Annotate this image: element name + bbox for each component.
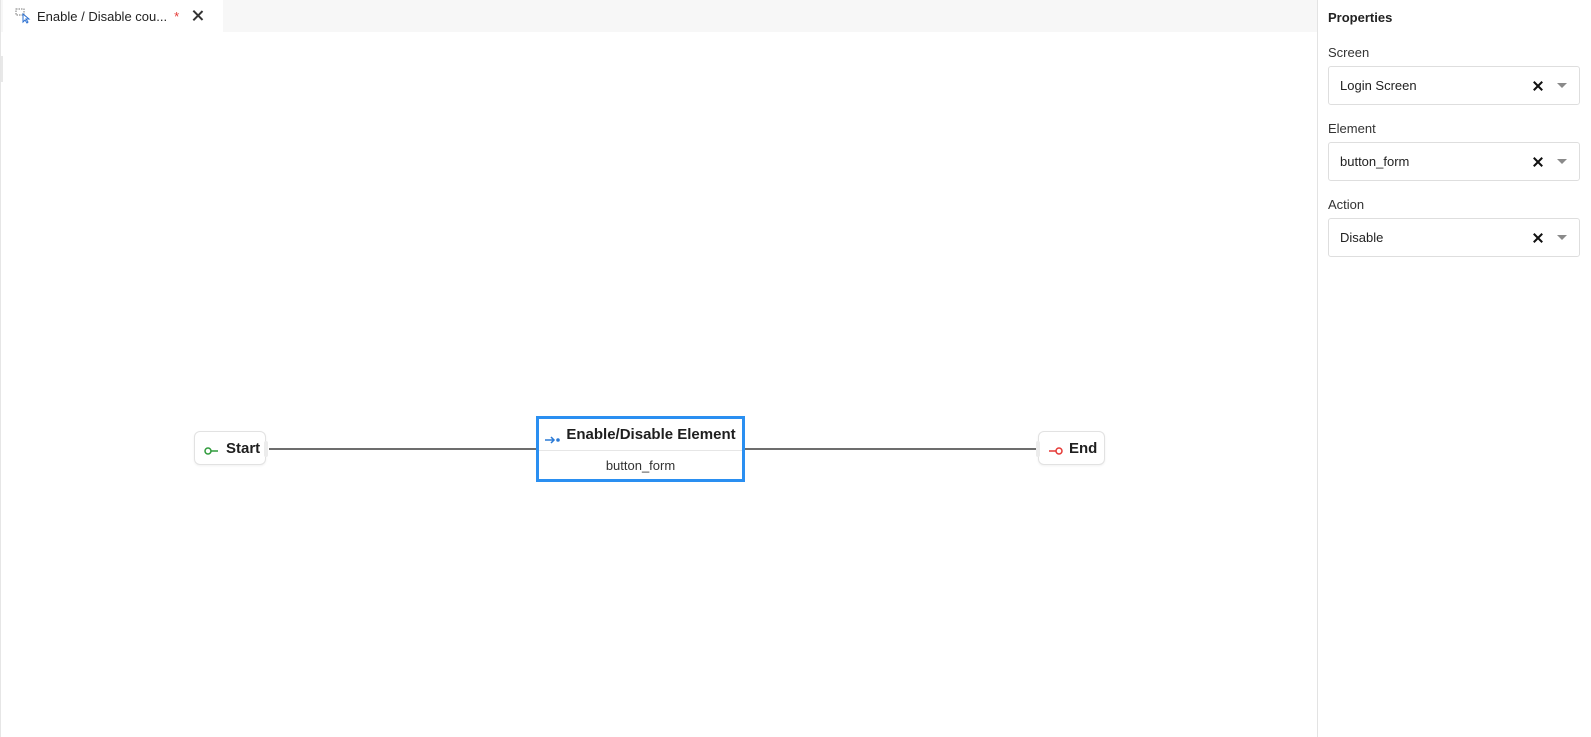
close-tab-icon[interactable] [191, 9, 205, 23]
screen-value: Login Screen [1340, 78, 1417, 93]
action-label: Action [1328, 197, 1365, 212]
flow-canvas[interactable]: Start Enable/Disable Element button_form [1, 32, 1318, 737]
action-select[interactable]: Disable [1328, 218, 1580, 257]
tab-enable-disable[interactable]: Enable / Disable cou... * [3, 0, 223, 32]
action-value: Disable [1340, 230, 1384, 245]
app-window: Enable / Disable cou... * Start Enable/D… [0, 0, 1591, 737]
screen-select[interactable]: Login Screen [1328, 66, 1580, 105]
node-header: Enable/Disable Element [539, 419, 742, 451]
start-node-label: Start [226, 439, 261, 457]
enable-disable-icon [545, 431, 561, 444]
connector-action-to-end [745, 448, 1039, 450]
tab-title: Enable / Disable cou... [37, 8, 168, 24]
element-value: button_form [1340, 154, 1410, 169]
connector-start-to-action [269, 448, 537, 450]
start-output-port[interactable] [264, 441, 268, 457]
clear-screen-icon[interactable] [1531, 79, 1545, 93]
end-input-port[interactable] [1036, 441, 1040, 457]
properties-title: Properties [1328, 10, 1393, 25]
enable-disable-node[interactable]: Enable/Disable Element button_form [536, 416, 745, 482]
chevron-down-icon[interactable] [1557, 235, 1567, 240]
chevron-down-icon[interactable] [1557, 159, 1567, 164]
flow-editor: Enable / Disable cou... * Start Enable/D… [0, 0, 1318, 737]
chevron-down-icon[interactable] [1557, 83, 1567, 88]
node-title: Enable/Disable Element [566, 426, 736, 443]
element-label: Element [1328, 121, 1376, 136]
tab-bar: Enable / Disable cou... * [1, 0, 1318, 32]
element-select[interactable]: button_form [1328, 142, 1580, 181]
flow-file-icon [15, 8, 31, 24]
screen-label: Screen [1328, 45, 1370, 60]
end-node-icon [1049, 443, 1063, 455]
properties-panel: Properties Screen Login Screen Element b… [1317, 0, 1591, 737]
clear-action-icon[interactable] [1531, 231, 1545, 245]
end-node-label: End [1069, 439, 1098, 457]
unsaved-marker: * [174, 8, 180, 24]
start-node-icon [204, 443, 218, 455]
end-node[interactable]: End [1036, 431, 1105, 465]
start-node[interactable]: Start [194, 431, 268, 465]
node-subtitle: button_form [605, 457, 676, 473]
clear-element-icon[interactable] [1531, 155, 1545, 169]
